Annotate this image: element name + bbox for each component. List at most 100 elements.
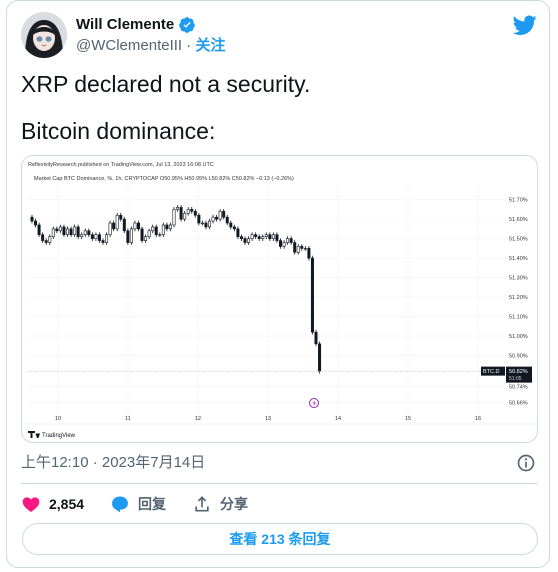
candle-body: [268, 234, 272, 239]
candle-body: [122, 218, 126, 232]
candle-body: [55, 228, 59, 232]
candle-body: [193, 211, 197, 216]
candle-body: [183, 212, 187, 220]
event-marker[interactable]: [309, 398, 319, 408]
candle-body: [278, 240, 282, 247]
y-tick-label: 51.10%: [509, 315, 528, 321]
candle-body: [73, 226, 77, 236]
candle-body: [218, 211, 222, 220]
avatar[interactable]: [21, 12, 67, 58]
candle-body: [250, 234, 254, 239]
candle-body: [30, 216, 34, 222]
x-tick-label: 12: [195, 416, 201, 422]
candle-body: [48, 236, 52, 243]
like-button[interactable]: 2,854: [21, 494, 84, 514]
candle-body: [197, 214, 201, 224]
candle-body: [236, 228, 240, 237]
chart-image[interactable]: ReflexivityResearch published on Trading…: [21, 155, 538, 443]
action-bar: 2,854 回复 分享: [21, 490, 274, 518]
x-tick-label: 14: [335, 416, 341, 422]
candle-body: [76, 226, 80, 237]
tradingview-logo: TradingView: [28, 431, 76, 439]
x-tick-label: 11: [125, 416, 131, 422]
info-icon[interactable]: [516, 453, 536, 473]
last-price-badge: BTC.D 50.82% 51:05: [481, 366, 532, 383]
candle-body: [296, 246, 300, 253]
candle-body: [69, 228, 73, 236]
y-tick-label: 50.90%: [509, 354, 528, 360]
last-value: 50.82%: [509, 369, 528, 375]
tweet-text-line2: Bitcoin dominance:: [21, 118, 216, 144]
candle-body: [44, 240, 48, 243]
candle-body: [176, 207, 180, 210]
share-label: 分享: [220, 496, 249, 512]
reply-label: 回复: [138, 496, 167, 512]
divider: [21, 483, 538, 484]
candle-body: [34, 220, 38, 226]
reply-bubble-icon: [112, 496, 128, 513]
candle-body: [318, 343, 322, 372]
y-tick-label: 51.20%: [509, 295, 528, 301]
tweet-timestamp[interactable]: 上午12:10 · 2023年7月14日: [21, 454, 205, 472]
candle-body: [144, 236, 148, 241]
y-tick-label: 50.74%: [509, 385, 528, 391]
candle-body: [293, 242, 297, 253]
candle-body: [165, 224, 169, 230]
candle-body: [41, 234, 45, 241]
author-name[interactable]: Will Clemente: [76, 16, 174, 34]
candle-body: [271, 234, 275, 239]
candle-body: [261, 236, 265, 239]
view-replies-button[interactable]: 查看 213 条回复: [22, 523, 538, 555]
btc-dominance-chart: ReflexivityResearch published on Trading…: [22, 162, 537, 439]
author-name-row[interactable]: Will Clemente: [76, 16, 196, 34]
candle-body: [254, 234, 258, 237]
x-tick-label: 16: [475, 416, 481, 422]
candle-body: [94, 234, 98, 239]
twitter-bird-icon[interactable]: [513, 13, 537, 37]
candle-body: [119, 214, 123, 220]
chart-legend: Market Cap BTC Dominance, %, 1h, CRYPTOC…: [34, 176, 294, 182]
follow-button[interactable]: 关注: [195, 37, 225, 54]
candle-body: [133, 222, 137, 230]
candle-body: [137, 222, 141, 230]
candle-body: [229, 222, 233, 228]
share-button[interactable]: 分享: [192, 494, 248, 514]
x-tick-label: 15: [405, 416, 411, 422]
candle-body: [286, 238, 290, 243]
candle-body: [62, 226, 66, 236]
share-icon: [195, 496, 209, 512]
last-value-sub: 51:05: [509, 376, 522, 382]
candle-body: [211, 216, 215, 222]
candle-body: [154, 226, 158, 236]
y-tick-label: 51.70%: [509, 198, 528, 204]
candle-body: [115, 214, 119, 230]
candle-body: [225, 216, 229, 224]
candle-body: [275, 234, 279, 241]
chart-header: ReflexivityResearch published on Trading…: [28, 162, 214, 168]
candle-body: [215, 216, 219, 220]
candle-body: [243, 238, 247, 243]
candle-body: [239, 236, 243, 239]
author-handle[interactable]: @WClementeIII: [76, 37, 182, 54]
candle-body: [151, 226, 155, 232]
candle-body: [51, 228, 55, 237]
reply-button[interactable]: 回复: [110, 494, 166, 514]
candle-body: [105, 234, 109, 243]
candle-body: [147, 230, 151, 237]
y-tick-label: 51.50%: [509, 237, 528, 243]
candle-body: [97, 234, 101, 241]
candle-body: [158, 234, 162, 236]
avatar-image: [21, 12, 67, 58]
candle-body: [208, 220, 212, 228]
candle-body: [140, 228, 144, 241]
candle-body: [179, 207, 183, 220]
y-tick-label: 50.66%: [509, 400, 528, 406]
candle-body: [310, 257, 314, 333]
candle-body: [87, 230, 91, 236]
candle-body: [204, 222, 208, 228]
candle-body: [80, 234, 84, 237]
view-replies-label: 查看 213 条回复: [229, 531, 331, 547]
candle-body: [247, 238, 251, 243]
candle-body: [222, 211, 226, 218]
candle-body: [129, 228, 133, 243]
